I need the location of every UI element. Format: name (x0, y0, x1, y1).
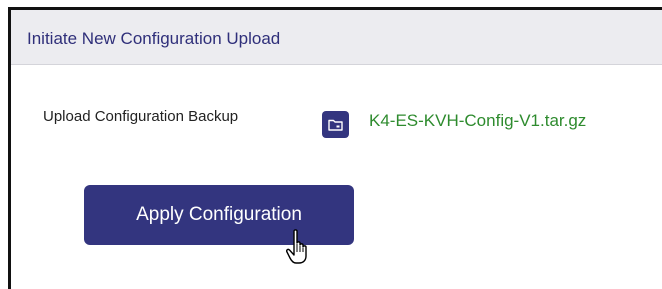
apply-configuration-button[interactable]: Apply Configuration (84, 185, 354, 245)
config-upload-panel: Initiate New Configuration Upload Upload… (8, 7, 662, 289)
browse-folder-button[interactable] (322, 111, 349, 138)
hand-cursor-icon (286, 229, 307, 264)
panel-header: Initiate New Configuration Upload (11, 10, 662, 65)
panel-title: Initiate New Configuration Upload (27, 29, 281, 48)
folder-icon (328, 119, 343, 131)
selected-file-name: K4-ES-KVH-Config-V1.tar.gz (369, 111, 587, 130)
upload-backup-label: Upload Configuration Backup (43, 108, 239, 125)
